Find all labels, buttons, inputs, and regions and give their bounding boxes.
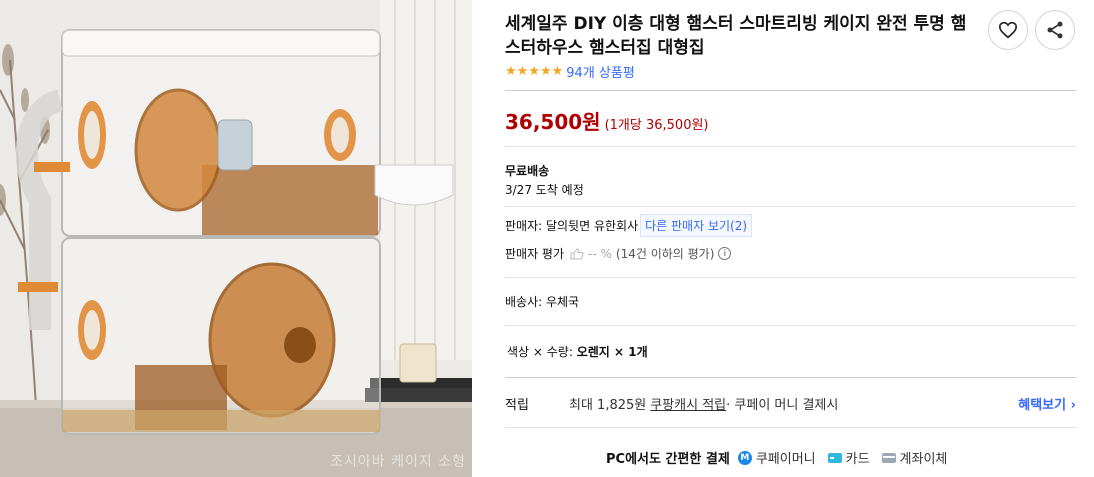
divider <box>505 206 1076 207</box>
seller-rating-label: 판매자 평가 <box>505 247 565 261</box>
courier: 배송사: 우체국 <box>505 295 580 309</box>
divider <box>505 277 1076 278</box>
other-sellers-button[interactable]: 다른 판매자 보기(2) <box>640 214 753 237</box>
star-icon: ★ <box>516 64 529 79</box>
benefit-row: 적립 최대 1,825원 쿠팡캐시 적립 · 쿠페이 머니 결제시 혜택보기 › <box>505 394 1076 413</box>
card-label: 카드 <box>845 452 870 467</box>
card-option[interactable]: 카드 <box>827 448 870 467</box>
benefit-label: 적립 <box>505 398 529 413</box>
benefit-more-link[interactable]: 혜택보기 › <box>1018 394 1076 413</box>
coupay-money-icon: M <box>737 450 752 465</box>
bank-transfer-option[interactable]: 계좌이체 <box>881 448 948 467</box>
product-title: 세계일주 DIY 이층 대형 햄스터 스마트리빙 케이지 완전 투명 햄스터하우… <box>505 14 967 58</box>
coupay-money-label: 쿠페이머니 <box>755 452 816 467</box>
divider <box>505 377 1076 378</box>
hamster-cage-illustration <box>0 0 472 477</box>
seller-name: 판매자: 달의뒷면 유한회사 <box>505 219 639 233</box>
card-icon <box>827 452 842 463</box>
selected-option: 색상 × 수량: 오렌지 × 1개 <box>507 343 648 360</box>
option-label: 색상 × 수량: <box>507 345 573 359</box>
seller-rating-note: (14건 이하의 평가) <box>615 247 715 261</box>
divider <box>505 325 1076 326</box>
bank-icon <box>881 452 896 463</box>
product-info-panel: 세계일주 DIY 이층 대형 햄스터 스마트리빙 케이지 완전 투명 햄스터하우… <box>505 0 1076 477</box>
seller-rating-value: -- % <box>588 246 612 261</box>
benefit-prefix: 최대 1,825원 <box>569 398 647 413</box>
benefit-suffix: · 쿠페이 머니 결제시 <box>726 398 839 413</box>
heart-icon <box>998 21 1018 39</box>
price-row: 36,500원 (1개당 36,500원) <box>505 106 709 135</box>
share-button[interactable] <box>1035 10 1075 50</box>
coupang-cash-link[interactable]: 쿠팡캐시 적립 <box>650 394 726 413</box>
delivery-date: 3/27 도착 예정 <box>505 183 584 197</box>
divider <box>505 427 1076 428</box>
image-watermark: 조시아바 케이지 소형 <box>330 454 466 470</box>
star-icon: ★ <box>528 64 540 79</box>
divider <box>505 90 1076 91</box>
star-icon: ★ <box>539 64 552 79</box>
sale-price: 36,500원 <box>505 110 601 134</box>
payment-title: PC에서도 간편한 결제 <box>606 452 730 467</box>
bank-label: 계좌이체 <box>899 452 948 467</box>
payment-row: PC에서도 간편한 결제 M 쿠페이머니 카드 계좌이체 <box>606 448 959 467</box>
shipping-title: 무료배송 <box>505 164 550 178</box>
coupay-money-option[interactable]: M 쿠페이머니 <box>737 448 816 467</box>
seller-rating-row: 판매자 평가 -- % (14건 이하의 평가) i <box>505 245 732 262</box>
like-button[interactable] <box>988 10 1028 50</box>
share-icon <box>1047 21 1063 39</box>
thumbs-up-icon <box>570 247 584 259</box>
info-icon[interactable]: i <box>718 247 732 260</box>
product-image[interactable]: 조시아바 케이지 소형 <box>0 0 472 477</box>
divider <box>505 146 1076 147</box>
seller-row: 판매자: 달의뒷면 유한회사 다른 판매자 보기(2) <box>505 214 753 237</box>
review-count-link[interactable]: 94개 상품평 <box>566 62 635 81</box>
star-icon: ★ <box>551 64 564 79</box>
rating-stars: ★ ★ ★ ★ ★ <box>505 65 563 78</box>
option-value: 오렌지 × 1개 <box>576 345 648 359</box>
rating-row: ★ ★ ★ ★ ★ 94개 상품평 <box>505 62 635 81</box>
star-icon: ★ <box>505 64 517 79</box>
unit-price: (1개당 36,500원) <box>604 118 709 133</box>
